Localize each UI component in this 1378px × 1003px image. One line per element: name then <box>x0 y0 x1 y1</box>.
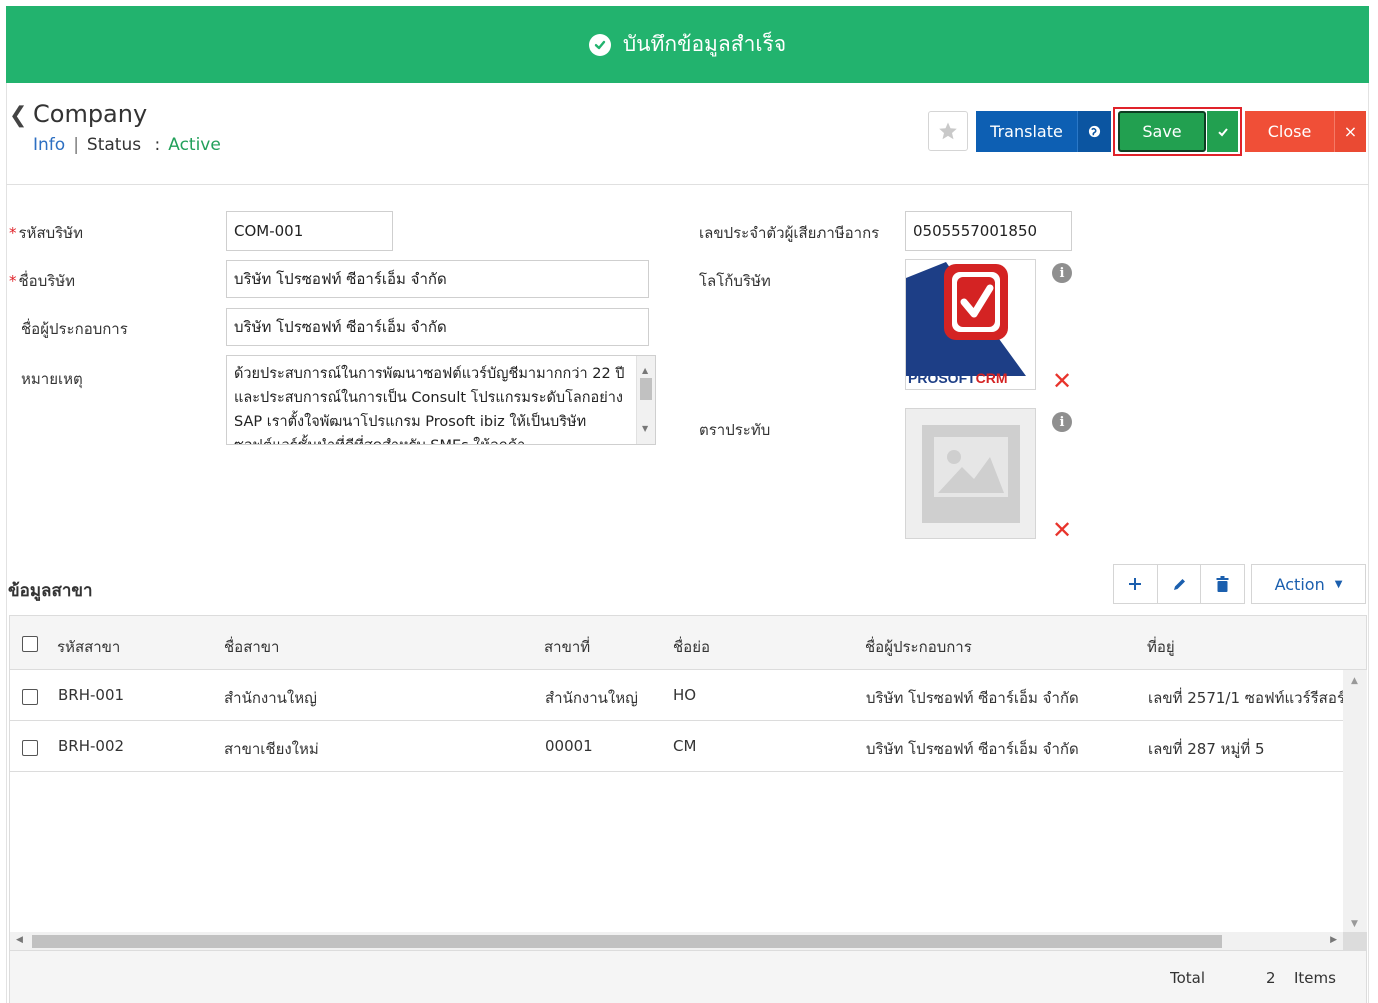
items-label: Items <box>1294 969 1336 987</box>
grid-horizontal-scrollbar[interactable]: ◀ ▶ <box>10 932 1343 950</box>
add-branch-button[interactable] <box>1114 565 1158 603</box>
cell-abbr: HO <box>673 686 697 704</box>
success-message: บันทึกข้อมูลสำเร็จ <box>622 32 787 56</box>
save-options-button[interactable] <box>1207 111 1238 152</box>
check-icon <box>1217 127 1228 136</box>
column-header-abbr[interactable]: ชื่อย่อ <box>673 635 710 659</box>
grid-header: รหัสสาขา ชื่อสาขา สาขาที่ ชื่อย่อ ชื่อผู… <box>10 616 1366 670</box>
grid-vertical-scrollbar[interactable]: ▲ ▼ <box>1343 670 1367 933</box>
cell-address: เลขที่ 287 หมู่ที่ 5 <box>1148 740 1265 758</box>
status-colon: : <box>154 135 161 155</box>
logo-info-icon[interactable]: i <box>1052 263 1072 283</box>
action-label: Action <box>1274 574 1325 594</box>
stamp-label: ตราประทับ <box>699 421 771 439</box>
cell-abbr: CM <box>673 737 697 755</box>
stamp-image-placeholder[interactable] <box>905 408 1036 539</box>
translate-options-button[interactable] <box>1077 111 1111 152</box>
logo-label: โลโก้บริษัท <box>699 272 771 290</box>
delete-branch-button[interactable] <box>1201 565 1244 603</box>
edit-branch-button[interactable] <box>1158 565 1202 603</box>
cell-branch-no: 00001 <box>545 737 593 755</box>
pencil-icon <box>1173 578 1185 590</box>
remove-logo-icon[interactable]: ✕ <box>1052 369 1072 393</box>
cell-name: สำนักงานใหญ่ <box>224 689 317 707</box>
column-header-address[interactable]: ที่อยู่ <box>1147 635 1175 659</box>
close-button[interactable]: Close <box>1245 111 1334 152</box>
company-logo-image[interactable]: PROSOFTCRM <box>905 259 1036 390</box>
check-circle-icon <box>588 33 611 56</box>
table-row[interactable]: BRH-001 สำนักงานใหญ่ สำนักงานใหญ่ HO บริ… <box>10 670 1343 721</box>
page-title: Company <box>33 100 148 128</box>
branch-toolbar <box>1113 564 1245 604</box>
trash-icon <box>1216 576 1229 592</box>
info-link[interactable]: Info <box>33 135 65 155</box>
success-banner: บันทึกข้อมูลสำเร็จ <box>6 6 1369 83</box>
scrollbar-corner <box>1343 932 1367 950</box>
image-placeholder-icon <box>921 424 1020 523</box>
cell-operator: บริษัท โปรซอฟท์ ซีอาร์เอ็ม จำกัด <box>866 689 1079 707</box>
caret-down-icon: ▼ <box>1334 578 1343 590</box>
column-header-name[interactable]: ชื่อสาขา <box>224 635 279 659</box>
tax-id-field[interactable]: 0505557001850 <box>905 211 1072 251</box>
total-count: 2 <box>1266 969 1276 987</box>
note-text: ด้วยประสบการณ์ในการพัฒนาซอฟต์แวร์บัญชีมา… <box>234 366 625 444</box>
plus-icon <box>1129 578 1142 590</box>
grid-footer: Total 2 Items <box>10 950 1366 1003</box>
cell-code: BRH-002 <box>58 737 125 755</box>
remove-stamp-icon[interactable]: ✕ <box>1052 518 1072 542</box>
total-label: Total <box>1170 969 1206 987</box>
cell-branch-no: สำนักงานใหญ่ <box>545 689 638 707</box>
cell-address: เลขที่ 2571/1 ซอฟท์แวร์รีสอร์ท <box>1148 689 1343 707</box>
star-icon <box>939 122 957 140</box>
company-code-field[interactable]: COM-001 <box>226 211 393 251</box>
page-header: ❮ Company Info | Status : Active Translate … <box>6 83 1369 185</box>
note-label: หมายเหตุ <box>21 370 83 388</box>
note-scrollbar[interactable]: ▲ ▼ <box>636 356 655 444</box>
chevron-left-icon[interactable]: ❮ <box>9 103 27 128</box>
company-name-label: * ชื่อบริษัท <box>9 272 76 290</box>
translate-button[interactable]: Translate <box>976 111 1077 152</box>
company-code-label: * รหัสบริษัท <box>9 224 83 242</box>
globe-icon <box>1088 125 1101 138</box>
favorite-button[interactable] <box>928 111 968 151</box>
cell-operator: บริษัท โปรซอฟท์ ซีอาร์เอ็ม จำกัด <box>866 740 1079 758</box>
logo-brand-accent: CRM <box>975 370 1008 386</box>
tax-id-label: เลขประจำตัวผู้เสียภาษีอากร <box>699 224 880 242</box>
logo-brand-text: PROSOFT <box>908 370 976 386</box>
row-checkbox[interactable] <box>22 740 38 756</box>
cell-name: สาขาเชียงใหม่ <box>224 740 319 758</box>
company-name-field[interactable]: บริษัท โปรซอฟท์ ซีอาร์เอ็ม จำกัด <box>226 260 649 298</box>
note-textarea[interactable]: ด้วยประสบการณ์ในการพัฒนาซอฟต์แวร์บัญชีมา… <box>226 355 656 445</box>
column-header-branch-no[interactable]: สาขาที่ <box>544 635 590 659</box>
status-label: Status <box>86 135 142 155</box>
operator-field[interactable]: บริษัท โปรซอฟท์ ซีอาร์เอ็ม จำกัด <box>226 308 649 346</box>
table-row[interactable]: BRH-002 สาขาเชียงใหม่ 00001 CM บริษัท โป… <box>10 721 1343 772</box>
row-checkbox[interactable] <box>22 689 38 705</box>
column-header-code[interactable]: รหัสสาขา <box>57 635 120 659</box>
branch-section-title: ข้อมูลสาขา <box>8 581 93 601</box>
cell-code: BRH-001 <box>58 686 125 704</box>
select-all-checkbox[interactable] <box>22 636 38 652</box>
save-button[interactable]: Save <box>1118 111 1206 152</box>
action-dropdown[interactable]: Action ▼ <box>1251 564 1366 604</box>
branch-grid: รหัสสาขา ชื่อสาขา สาขาที่ ชื่อย่อ ชื่อผู… <box>9 615 1367 1003</box>
breadcrumb: Info | Status : Active <box>33 135 221 155</box>
close-icon[interactable]: × <box>1334 111 1366 152</box>
operator-label: ชื่อผู้ประกอบการ <box>21 320 128 338</box>
column-header-operator[interactable]: ชื่อผู้ประกอบการ <box>865 635 972 659</box>
stamp-info-icon[interactable]: i <box>1052 412 1072 432</box>
status-badge: Active <box>168 135 221 155</box>
breadcrumb-separator: | <box>73 135 79 155</box>
